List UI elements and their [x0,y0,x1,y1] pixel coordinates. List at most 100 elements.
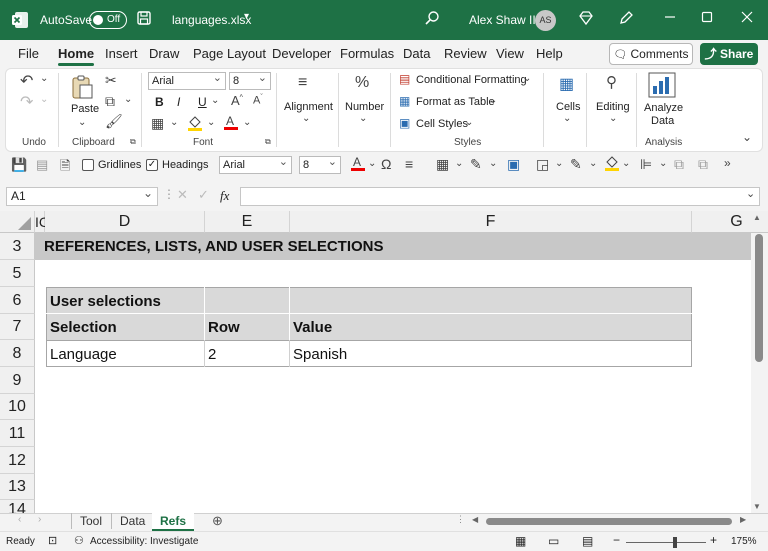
accessibility-icon[interactable]: ⚇ [74,534,84,547]
headings-checkbox[interactable]: ✓ [146,159,158,171]
section-title[interactable]: REFERENCES, LISTS, AND USER SELECTIONS [40,238,384,255]
paste-dropdown-icon[interactable]: ⌄ [78,117,86,128]
accessibility-status[interactable]: Accessibility: Investigate [90,536,198,547]
cell-row-value[interactable]: 2 [204,346,216,363]
vertical-scroll-thumb[interactable] [755,234,763,362]
highlight-icon[interactable]: ✎ [570,156,582,173]
symbol-icon[interactable]: Ω [381,156,391,172]
font-color-icon[interactable]: A [223,113,239,134]
editing-label[interactable]: Editing [596,101,630,113]
save-icon[interactable] [134,10,154,30]
percent-icon[interactable]: % [355,74,369,92]
shapes-icon[interactable]: ◲ [536,156,549,173]
qat-font-color-dropdown-icon[interactable]: ⌄ [368,158,376,169]
borders-dropdown-icon[interactable]: ⌄ [170,117,178,128]
header-row[interactable]: Row [204,319,240,336]
tab-home[interactable]: Home [58,46,95,66]
qat-fill-dropdown-icon[interactable]: ⌄ [622,158,630,169]
formula-input[interactable] [240,187,760,206]
file-name[interactable]: languages.xlsx [172,13,251,27]
table-title[interactable]: User selections [46,293,161,310]
tab-help[interactable]: Help [536,46,563,61]
avatar[interactable]: AS [535,10,556,31]
print-preview-icon[interactable]: ▤ [36,157,48,173]
cell-styles-dropdown-icon[interactable]: ⌄ [465,117,473,128]
autosave-toggle[interactable]: Off [89,11,127,29]
sheet-tab-refs[interactable]: Refs [152,513,195,531]
shapes-dropdown-icon[interactable]: ⌄ [555,158,563,169]
zoom-level[interactable]: 175% [731,536,757,547]
cancel-icon[interactable]: ✕ [177,187,188,203]
border-color-dropdown-icon[interactable]: ⌄ [489,158,497,169]
font-size-combo[interactable]: 8 [229,70,271,90]
dialog-launcher-icon[interactable]: ⧉ [130,137,136,147]
diamond-icon[interactable] [576,10,596,30]
italic-button[interactable]: I [177,95,180,109]
tab-split-handle-icon[interactable]: ⋮ [456,514,465,525]
page-setup-icon[interactable]: 🗎 [60,157,70,179]
alignment-icon[interactable]: ≡ [298,74,307,92]
row-header-10[interactable]: 10 [0,394,35,420]
increase-font-icon[interactable]: A^ [231,93,243,108]
conditional-formatting-button[interactable]: Conditional Formatting [416,74,527,86]
alignment-label[interactable]: Alignment [284,101,333,113]
row-header-13[interactable]: 13 [0,474,35,500]
maximize-icon[interactable] [697,10,717,30]
fill-color-dropdown-icon[interactable]: ⌄ [207,117,215,128]
cell-styles-icon[interactable]: ▣ [399,116,410,130]
copy-icon[interactable]: ⧉ [105,93,115,110]
cells-dropdown-icon[interactable]: ⌄ [563,113,571,124]
row-header-5[interactable]: 5 [0,260,35,287]
analyze-data-label-1[interactable]: Analyze [644,102,683,114]
row-header-14[interactable]: 14 [0,500,35,513]
qat-font-name-combo[interactable]: Arial [219,154,292,174]
name-box[interactable]: A1 [6,185,158,206]
column-header-f[interactable]: F [290,211,692,233]
macro-recorder-icon[interactable]: ⊡ [48,534,57,547]
select-all-corner[interactable] [0,211,35,233]
paste-label[interactable]: Paste [71,103,99,115]
enter-icon[interactable]: ✓ [198,187,209,203]
column-header-ic[interactable]: IC [35,211,49,233]
more-options-icon[interactable]: ⋮ [163,187,175,201]
tab-developer[interactable]: Developer [272,46,331,61]
zoom-slider-thumb[interactable] [673,537,677,548]
search-icon[interactable] [422,10,442,30]
comments-button[interactable]: 🗨 Comments [609,43,693,65]
scroll-down-icon[interactable]: ▼ [753,502,761,511]
row-header-12[interactable]: 12 [0,447,35,474]
header-value[interactable]: Value [289,319,332,336]
next-sheet-icon[interactable]: › [38,514,41,525]
row-header-11[interactable]: 11 [0,420,35,447]
conditional-formatting-icon[interactable]: ▤ [399,72,410,86]
freeze-panes-icon[interactable]: ▣ [507,156,520,173]
analyze-data-icon[interactable] [648,72,676,101]
align-objects-icon[interactable]: ⊫ [640,156,652,173]
bold-button[interactable]: B [155,95,164,109]
save-icon[interactable]: 💾 [11,157,27,173]
fill-color-icon[interactable] [187,114,203,135]
underline-dropdown-icon[interactable]: ⌄ [211,95,219,106]
format-as-table-dropdown-icon[interactable]: ⌄ [489,95,497,106]
qat-fill-color-icon[interactable] [604,154,620,175]
zoom-out-icon[interactable]: − [613,533,620,547]
qat-borders-icon[interactable]: ▦ [436,156,449,173]
more-commands-icon[interactable]: » [724,156,731,170]
borders-icon[interactable]: ▦ [151,115,164,132]
analyze-data-label-2[interactable]: Data [651,115,674,127]
insert-function-icon[interactable]: fx [220,188,229,204]
scroll-right-icon[interactable]: ▶ [740,515,746,524]
format-as-table-button[interactable]: Format as Table [416,96,495,108]
cells-label[interactable]: Cells [556,101,580,113]
undo-dropdown-icon[interactable]: ⌄ [40,73,48,84]
qat-font-size-combo[interactable]: 8 [299,154,341,174]
font-dialog-launcher-icon[interactable]: ⧉ [265,137,271,147]
header-selection[interactable]: Selection [46,319,117,336]
minimize-icon[interactable] [660,10,680,30]
qat-font-color-icon[interactable]: A [350,154,366,175]
cell-language-value[interactable]: Spanish [289,346,347,363]
tab-page-layout[interactable]: Page Layout [193,46,266,61]
editing-dropdown-icon[interactable]: ⌄ [609,113,617,124]
prev-sheet-icon[interactable]: ‹ [18,514,21,525]
column-header-d[interactable]: D [45,211,205,233]
